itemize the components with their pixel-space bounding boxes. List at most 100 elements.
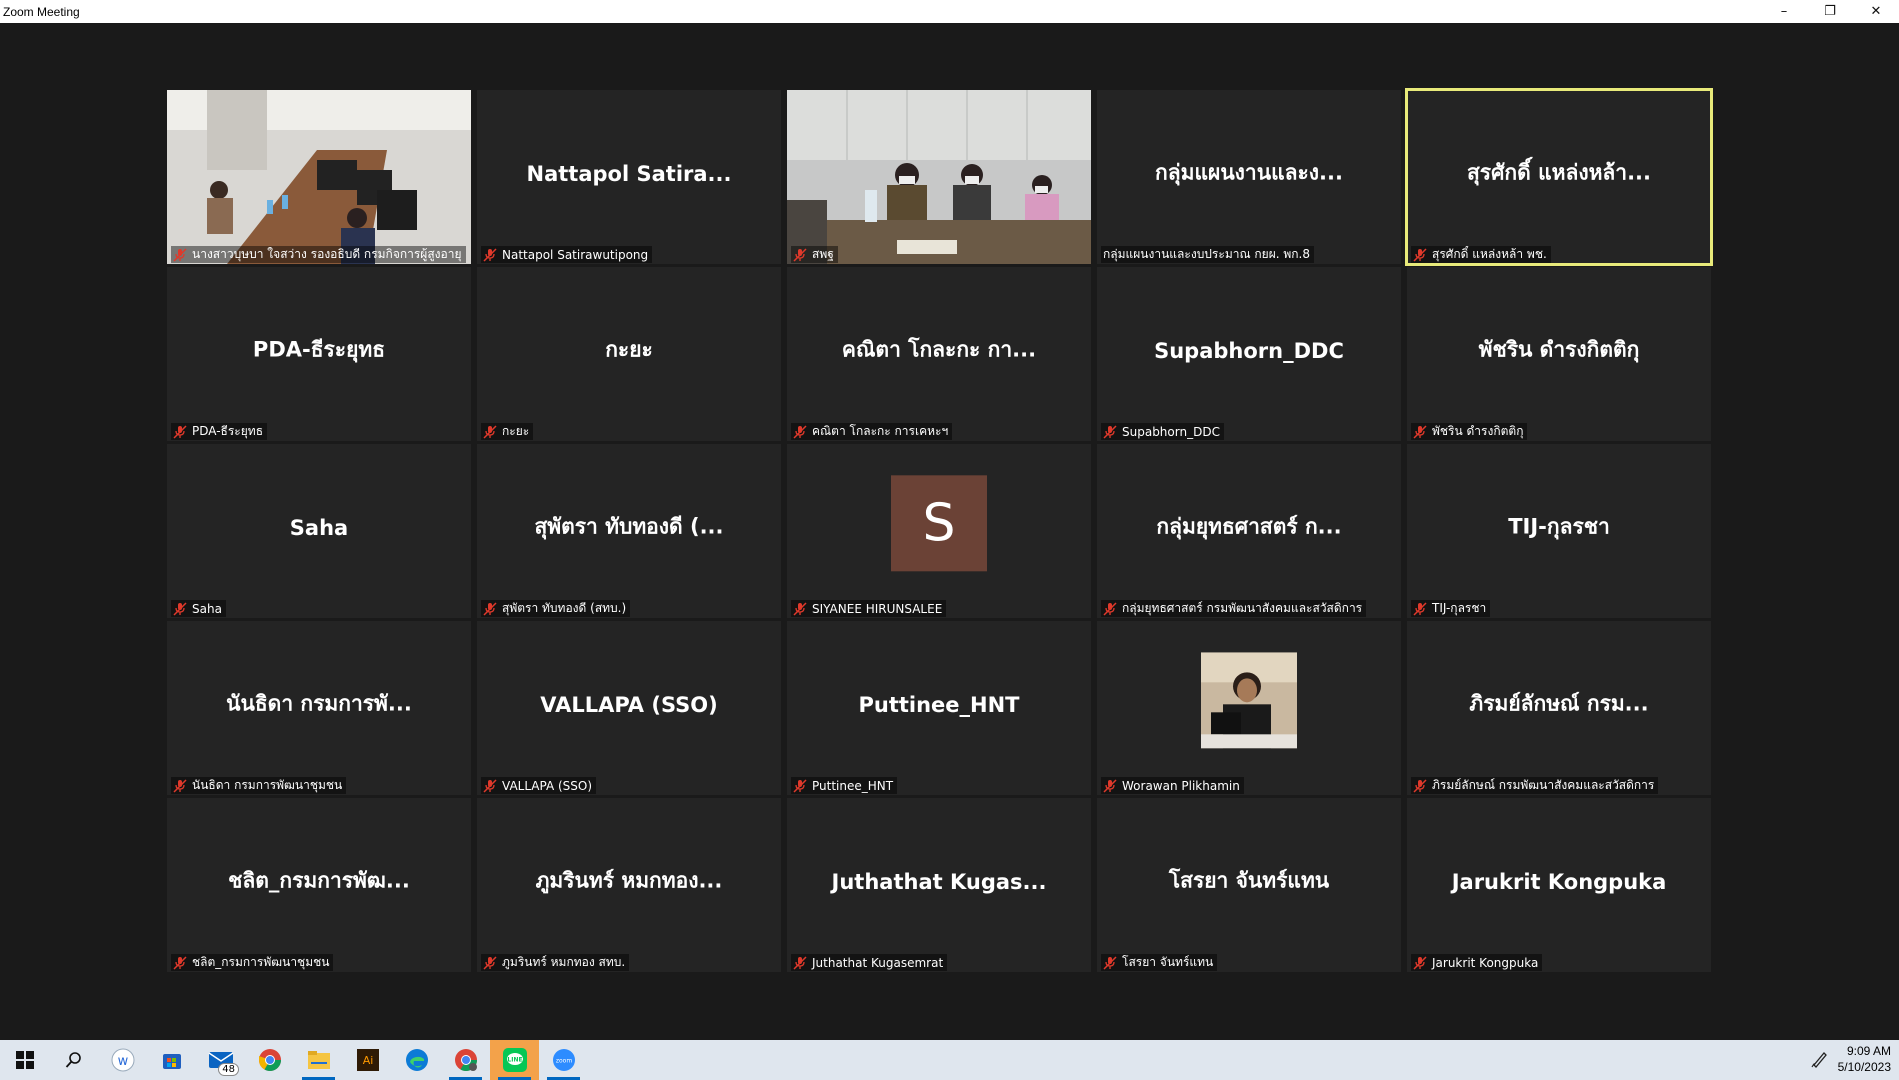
participant-name-text: ภิรมย์ลักษณ์ กรมพัฒนาสังคมและสวัสดิการ: [1432, 778, 1655, 792]
participant-tile[interactable]: โสรยา จันทร์แทน โสรยา จันทร์แทน: [1097, 798, 1401, 972]
pen-icon[interactable]: [1811, 1050, 1829, 1072]
chrome-icon[interactable]: [245, 1040, 294, 1080]
participant-tile[interactable]: ชลิต_กรมการพัฒ... ชลิต_กรมการพัฒนาชุมชน: [167, 798, 471, 972]
participant-tile[interactable]: สุรศักดิ์ แหล่งหล้า... สุรศักดิ์ แหล่งหล้…: [1405, 88, 1713, 266]
participant-tile[interactable]: S SIYANEE HIRUNSALEE: [787, 444, 1091, 618]
muted-mic-icon: [483, 424, 502, 439]
participant-name-label: กลุ่มแผนงานและงบประมาณ กยผ. พก.8: [1101, 246, 1314, 263]
window-titlebar: Zoom Meeting – ❐ ✕: [0, 0, 1899, 23]
participant-name-text: Saha: [192, 601, 222, 616]
participant-tile[interactable]: สุพัตรา ทับทองดี (... สุพัตรา ทับทองดี (ส…: [477, 444, 781, 618]
participant-display-name: Puttinee_HNT: [858, 693, 1020, 718]
participant-name-text: Jarukrit Kongpuka: [1432, 955, 1539, 970]
muted-mic-icon: [793, 955, 812, 970]
word-like-app-icon[interactable]: w: [98, 1040, 147, 1080]
participant-name-label: TIJ-กุลรชา: [1411, 600, 1491, 617]
participant-tile[interactable]: คณิตา โกละกะ กา... คณิตา โกละกะ การเคหะฯ: [787, 267, 1091, 441]
participant-name-label: PDA-ธีระยุทธ: [171, 423, 268, 440]
participant-tile[interactable]: ภิรมย์ลักษณ์ กรม... ภิรมย์ลักษณ์ กรมพัฒนา…: [1407, 621, 1711, 795]
muted-mic-icon: [1413, 778, 1432, 793]
taskbar-clock[interactable]: 9:09 AM 5/10/2023: [1838, 1043, 1891, 1075]
participant-name-label: Supabhorn_DDC: [1101, 423, 1224, 440]
participant-tile[interactable]: VALLAPA (SSO) VALLAPA (SSO): [477, 621, 781, 795]
participant-tile[interactable]: กลุ่มแผนงานและง... กลุ่มแผนงานและงบประมาณ…: [1097, 90, 1401, 264]
participant-tile[interactable]: นันธิดา กรมการพั... นันธิดา กรมการพัฒนาชุ…: [167, 621, 471, 795]
participant-tile[interactable]: Nattapol Satira... Nattapol Satirawutipon…: [477, 90, 781, 264]
participant-name-label: ภิรมย์ลักษณ์ กรมพัฒนาสังคมและสวัสดิการ: [1411, 777, 1659, 794]
muted-mic-icon: [173, 778, 192, 793]
participant-tile[interactable]: นางสาวบุษบา ใจสว่าง รองอธิบดี กรมกิจการผ…: [167, 90, 471, 264]
participant-avatar: S: [891, 475, 987, 572]
muted-mic-icon: [173, 955, 192, 970]
participant-display-name: พัชริน ดำรงกิตติกุ: [1478, 337, 1640, 362]
zoom-icon[interactable]: zoom: [539, 1040, 588, 1080]
participant-tile[interactable]: พัชริน ดำรงกิตติกุ พัชริน ดำรงกิตติกุ: [1407, 267, 1711, 441]
participant-tile[interactable]: Jarukrit Kongpuka Jarukrit Kongpuka: [1407, 798, 1711, 972]
mail-icon[interactable]: 48: [196, 1040, 245, 1080]
participant-name-label: สุพัตรา ทับทองดี (สทบ.): [481, 600, 631, 617]
participant-tile[interactable]: TIJ-กุลรชา TIJ-กุลรชา: [1407, 444, 1711, 618]
participant-name-label: Jarukrit Kongpuka: [1411, 954, 1543, 971]
participant-display-name: กลุ่มแผนงานและง...: [1155, 160, 1343, 185]
participant-name-text: Juthathat Kugasemrat: [812, 955, 944, 970]
svg-text:LINE: LINE: [507, 1057, 522, 1064]
participant-display-name: สุพัตรา ทับทองดี (...: [534, 514, 724, 539]
windows-start-icon[interactable]: [0, 1040, 49, 1080]
participant-tile[interactable]: Saha Saha: [167, 444, 471, 618]
participant-display-name: Jarukrit Kongpuka: [1451, 870, 1667, 895]
participant-tile[interactable]: Puttinee_HNT Puttinee_HNT: [787, 621, 1091, 795]
clock-time: 9:09 AM: [1846, 1044, 1891, 1058]
participant-name-text: คณิตา โกละกะ การเคหะฯ: [812, 424, 949, 438]
participant-name-text: ชลิต_กรมการพัฒนาชุมชน: [192, 955, 330, 969]
participant-tile[interactable]: สพฐ: [787, 90, 1091, 264]
participant-name-label: นางสาวบุษบา ใจสว่าง รองอธิบดี กรมกิจการผ…: [171, 246, 466, 263]
muted-mic-icon: [483, 778, 502, 793]
muted-mic-icon: [1103, 601, 1122, 616]
meeting-stage: นางสาวบุษบา ใจสว่าง รองอธิบดี กรมกิจการผ…: [0, 23, 1899, 1040]
participant-display-name: TIJ-กุลรชา: [1508, 514, 1610, 539]
participant-display-name: ชลิต_กรมการพัฒ...: [228, 868, 410, 893]
participant-tile[interactable]: Juthathat Kugas... Juthathat Kugasemrat: [787, 798, 1091, 972]
participant-name-text: TIJ-กุลรชา: [1432, 601, 1487, 615]
window-title: Zoom Meeting: [3, 4, 80, 19]
chrome-profile-icon[interactable]: [441, 1040, 490, 1080]
participant-tile[interactable]: PDA-ธีระยุทธ PDA-ธีระยุทธ: [167, 267, 471, 441]
participant-name-label: ภูมรินทร์ หมกทอง สทบ.: [481, 954, 630, 971]
participant-name-label: สุรศักดิ์ แหล่งหล้า พช.: [1411, 246, 1551, 263]
participant-display-name: สุรศักดิ์ แหล่งหล้า...: [1466, 160, 1652, 185]
illustrator-icon[interactable]: Ai: [343, 1040, 392, 1080]
participant-tile[interactable]: กะยะ กะยะ: [477, 267, 781, 441]
line-icon[interactable]: LINE: [490, 1040, 539, 1080]
participant-tile[interactable]: ภูมรินทร์ หมกทอง... ภูมรินทร์ หมกทอง สทบ.: [477, 798, 781, 972]
store-icon[interactable]: [147, 1040, 196, 1080]
participant-display-name: ภูมรินทร์ หมกทอง...: [535, 868, 723, 893]
participant-name-text: Worawan Plikhamin: [1122, 778, 1240, 793]
restore-button[interactable]: ❐: [1807, 0, 1853, 23]
windows-taskbar: w 48 Ai LINE zoom 9:09 AM 5/10/2023: [0, 1040, 1899, 1080]
file-explorer-icon[interactable]: [294, 1040, 343, 1080]
participant-name-label: Nattapol Satirawutipong: [481, 246, 653, 263]
search-icon[interactable]: [49, 1040, 98, 1080]
participant-display-name: PDA-ธีระยุทธ: [252, 337, 386, 362]
muted-mic-icon: [1413, 955, 1432, 970]
edge-icon[interactable]: [392, 1040, 441, 1080]
muted-mic-icon: [1413, 424, 1432, 439]
participant-display-name: Juthathat Kugas...: [831, 870, 1047, 895]
participant-display-name: Supabhorn_DDC: [1154, 339, 1344, 364]
participant-tile[interactable]: กลุ่มยุทธศาสตร์ ก... กลุ่มยุทธศาสตร์ กรมพ…: [1097, 444, 1401, 618]
participant-name-text: SIYANEE HIRUNSALEE: [812, 601, 943, 616]
close-button[interactable]: ✕: [1853, 0, 1899, 23]
participant-name-text: PDA-ธีระยุทธ: [192, 424, 264, 438]
participant-video: [787, 90, 1091, 264]
participant-name-label: สพฐ: [791, 246, 838, 263]
participant-name-text: กลุ่มยุทธศาสตร์ กรมพัฒนาสังคมและสวัสดิกา…: [1122, 601, 1363, 615]
participant-photo: [1201, 652, 1297, 749]
minimize-button[interactable]: –: [1761, 0, 1807, 23]
participant-display-name: Saha: [289, 516, 349, 541]
muted-mic-icon: [173, 247, 192, 262]
muted-mic-icon: [1103, 955, 1122, 970]
muted-mic-icon: [1103, 778, 1122, 793]
svg-text:zoom: zoom: [555, 1058, 571, 1065]
participant-tile[interactable]: Worawan Plikhamin: [1097, 621, 1401, 795]
participant-tile[interactable]: Supabhorn_DDC Supabhorn_DDC: [1097, 267, 1401, 441]
